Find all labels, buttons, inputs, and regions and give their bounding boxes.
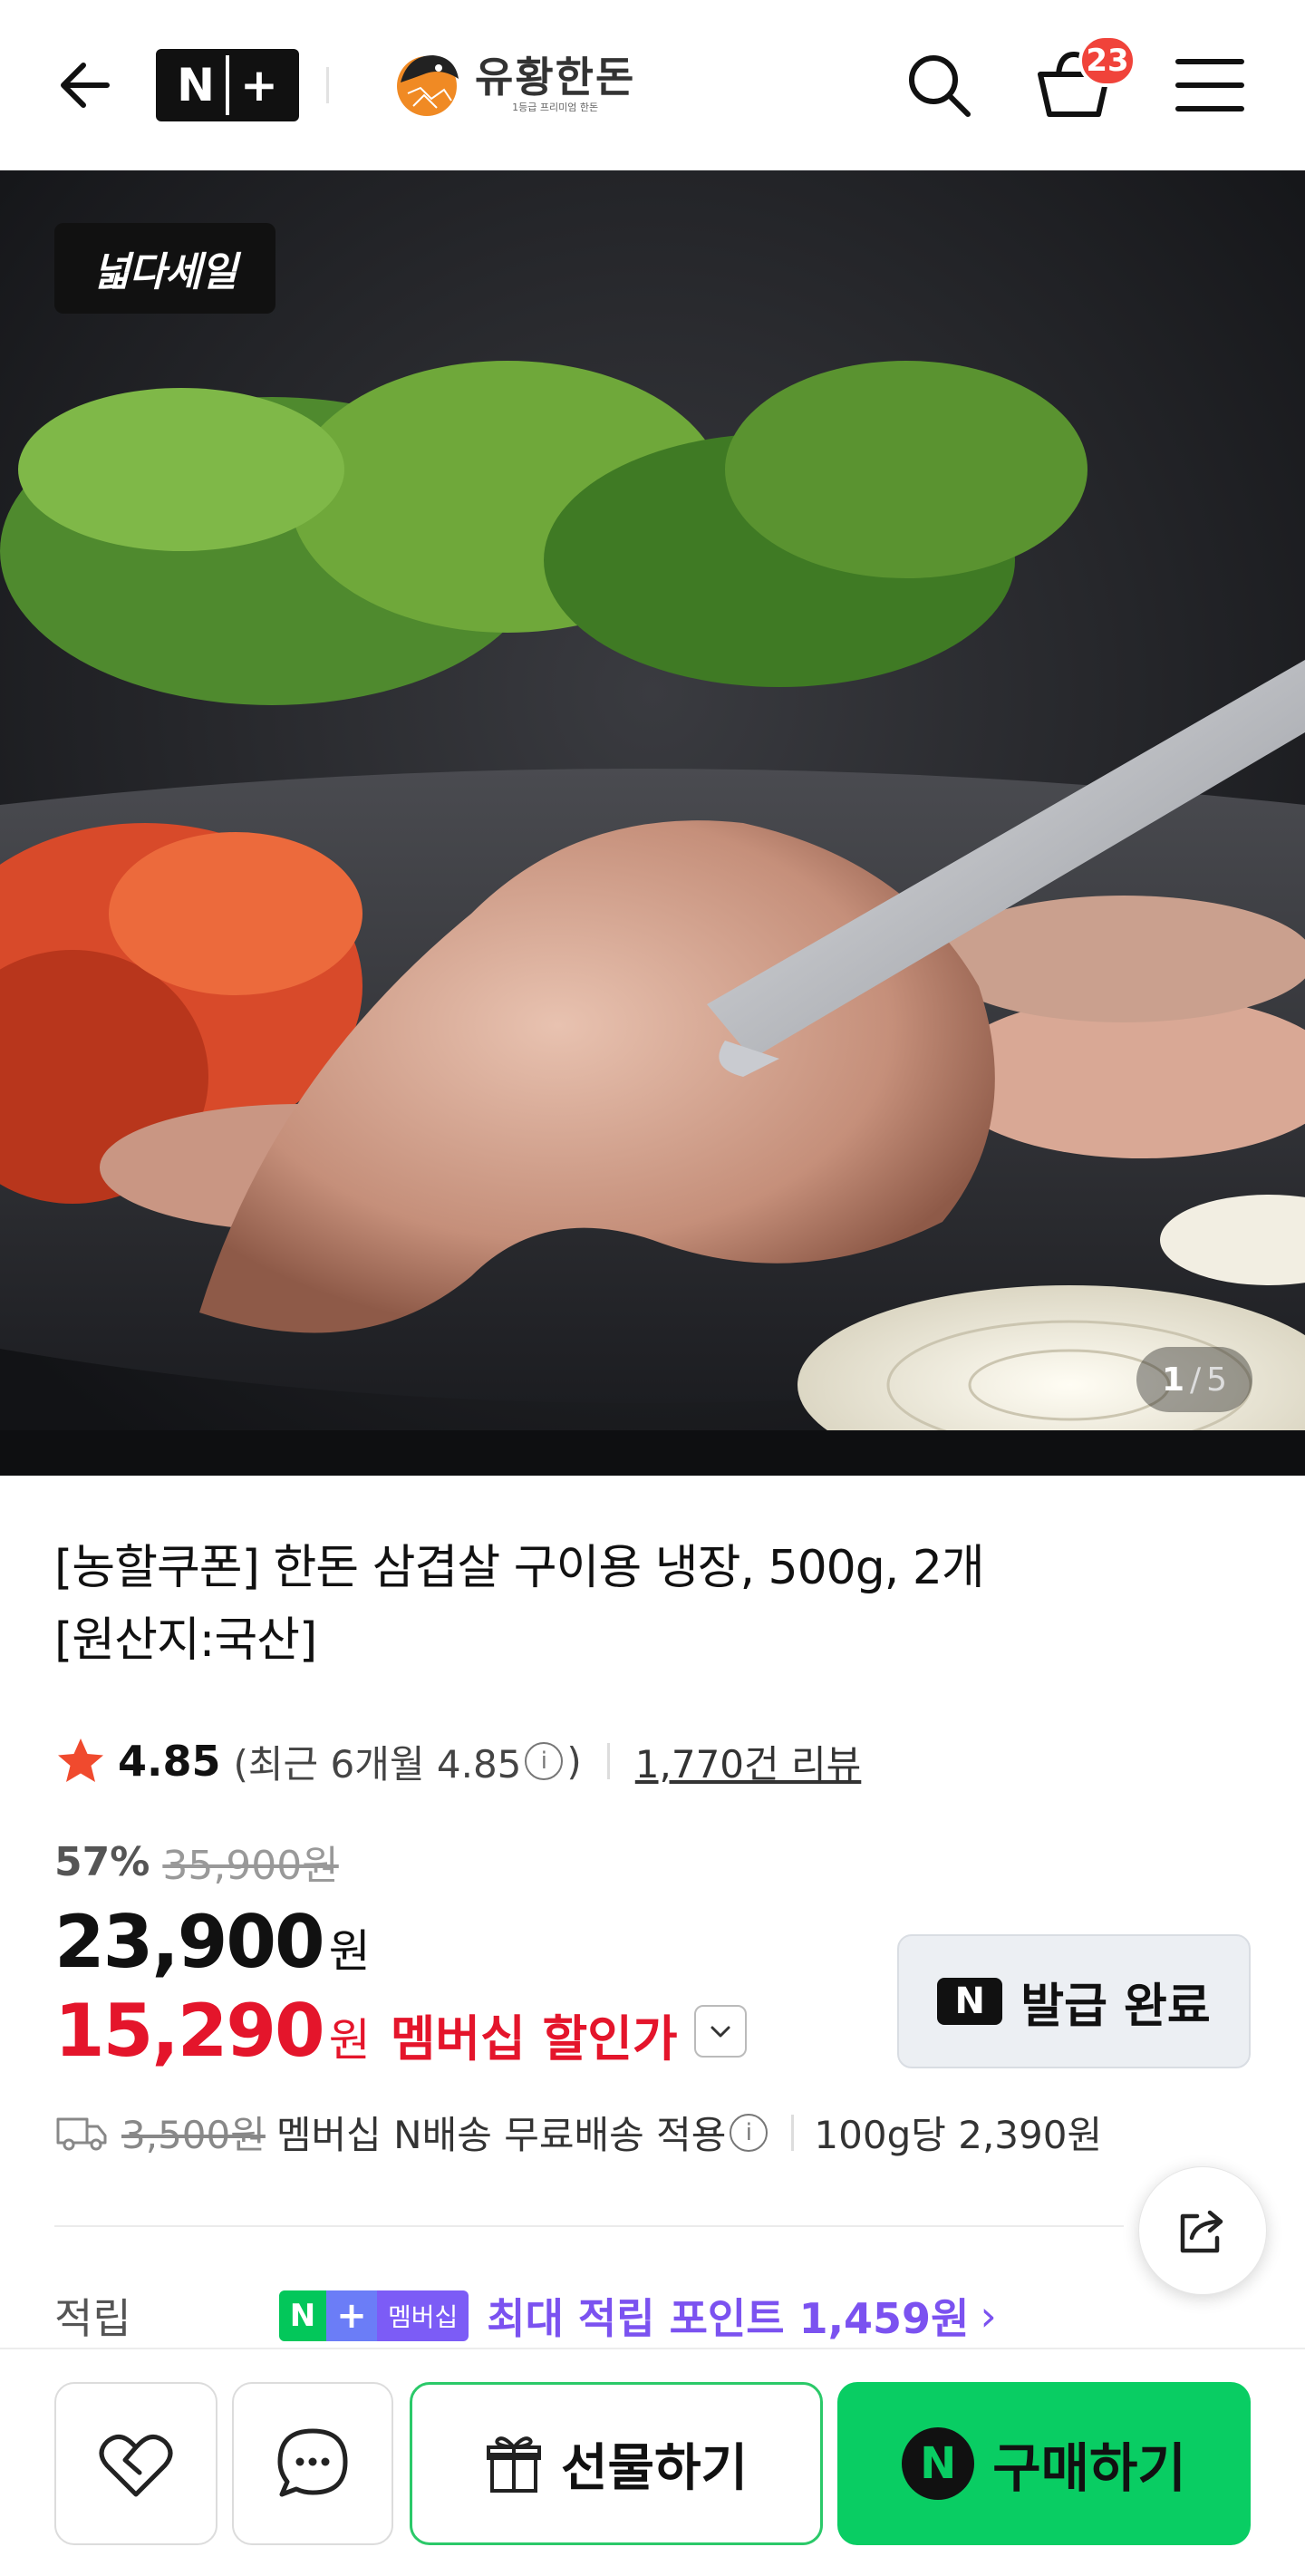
rating-divider — [606, 1743, 610, 1779]
member-price: 15,290 원 멤버십 할인가 — [54, 1989, 747, 2073]
badge-n: N — [279, 2290, 326, 2341]
member-price-unit: 원 — [328, 2014, 371, 2067]
badge-plus: + — [326, 2290, 377, 2341]
share-icon — [1180, 2210, 1223, 2253]
wishlist-button[interactable] — [54, 2382, 218, 2545]
naver-n-icon: N — [937, 1978, 1003, 2025]
points-label: 적립 — [54, 2294, 131, 2343]
original-price: 35,900원 — [162, 1843, 339, 1889]
brand-name: 유황한돈 — [475, 53, 636, 102]
review-count-link[interactable]: 1,770건 리뷰 — [635, 1734, 862, 1789]
chat-button[interactable] — [232, 2382, 393, 2545]
heart-icon — [99, 2435, 173, 2497]
chevron-down-icon-svg — [710, 2026, 730, 2037]
product-photo — [0, 170, 1305, 1476]
brand-subtitle: 1등급 프리미엄 한돈 — [512, 102, 599, 113]
product-image-carousel[interactable] — [0, 170, 1305, 1476]
buy-button[interactable]: N 구매하기 — [837, 2382, 1251, 2545]
recent-rating: (최근 6개월 4.85 — [233, 1741, 522, 1787]
search-icon[interactable] — [903, 49, 975, 121]
pager-separator: / — [1190, 1361, 1202, 1399]
sale-price: 23,900 원 — [54, 1900, 371, 1984]
badge-membership: 멤버십 — [377, 2290, 469, 2341]
rating-row: 4.85 (최근 6개월 4.85 i ) 1,770건 리뷰 — [54, 1729, 861, 1793]
pager-total: 5 — [1206, 1361, 1228, 1399]
pager-current: 1 — [1161, 1361, 1184, 1399]
brand-logo[interactable]: 유황한돈 1등급 프리미엄 한돈 — [392, 42, 635, 125]
brand-pig-logo-icon — [397, 55, 459, 116]
shipping-divider — [791, 2114, 795, 2151]
product-title: [농할쿠폰] 한돈 삼겹살 구이용 냉장, 500g, 2개 [원산지:국산] — [54, 1532, 1196, 1677]
star-icon — [58, 1738, 103, 1782]
sale-badge: 넓다세일 — [54, 223, 276, 314]
share-button[interactable] — [1138, 2166, 1267, 2295]
coupon-issued-button[interactable]: N 발급 완료 — [897, 1934, 1251, 2068]
brand-text: 유황한돈 1등급 프리미엄 한돈 — [475, 53, 635, 114]
nplus-membership-badge: N + 멤버십 — [279, 2290, 469, 2341]
discount-rate: 57% — [54, 1838, 150, 1885]
recent-rating-close: ) — [566, 1738, 582, 1784]
sale-price-unit: 원 — [328, 1925, 371, 1978]
bottom-action-bar: 선물하기 N 구매하기 — [0, 2348, 1305, 2576]
gift-button[interactable]: 선물하기 — [410, 2382, 823, 2545]
nplus-logo-plus: + — [240, 59, 278, 111]
product-title-line-2: [원산지:국산] — [54, 1613, 317, 1668]
nplus-logo-n: N — [177, 59, 215, 111]
member-price-value: 15,290 — [54, 1989, 325, 2073]
discount-row: 57% 35,900원 — [54, 1833, 339, 1891]
product-title-line-1: [농할쿠폰] 한돈 삼겹살 구이용 냉장, 500g, 2개 — [54, 1541, 985, 1595]
top-header: N + 유황한돈 1등급 프리미엄 한돈 23 — [0, 0, 1305, 170]
back-arrow-icon[interactable] — [47, 53, 112, 118]
buy-label: 구매하기 — [992, 2437, 1186, 2499]
coupon-label: 발급 완료 — [1020, 1979, 1211, 2034]
shipping-original-fee: 3,500원 — [121, 2113, 266, 2157]
member-price-label: 멤버십 할인가 — [390, 2010, 678, 2068]
info-icon[interactable]: i — [525, 1742, 564, 1780]
truck-icon — [56, 2117, 107, 2150]
gift-label: 선물하기 — [560, 2438, 749, 2498]
chevron-down-icon[interactable] — [693, 2004, 747, 2058]
shipping-text: 멤버십 N배송 무료배송 적용 — [276, 2113, 727, 2157]
unit-price: 100g당 2,390원 — [814, 2113, 1103, 2157]
naver-pay-icon: N — [902, 2427, 975, 2500]
chat-bubble-icon — [277, 2428, 348, 2497]
cart-count-badge: 23 — [1078, 34, 1136, 87]
sale-price-value: 23,900 — [54, 1900, 325, 1984]
header-divider — [326, 67, 329, 103]
rating-score: 4.85 — [118, 1737, 221, 1786]
nplus-store-logo[interactable]: N + — [156, 49, 299, 121]
shipping-info-icon[interactable]: i — [730, 2113, 768, 2152]
shipping-row: 3,500원 멤버십 N배송 무료배송 적용 i 100g당 2,390원 — [54, 2105, 1102, 2160]
max-points-text: 최대 적립 포인트 1,459원 — [487, 2294, 970, 2343]
section-divider — [54, 2225, 1124, 2227]
image-pager: 1 / 5 — [1136, 1347, 1252, 1412]
menu-icon[interactable] — [1174, 54, 1245, 116]
points-row[interactable]: 적립 N + 멤버십 최대 적립 포인트 1,459원 › — [54, 2284, 1232, 2348]
gift-icon — [486, 2436, 541, 2493]
chevron-right-icon: › — [980, 2291, 997, 2340]
